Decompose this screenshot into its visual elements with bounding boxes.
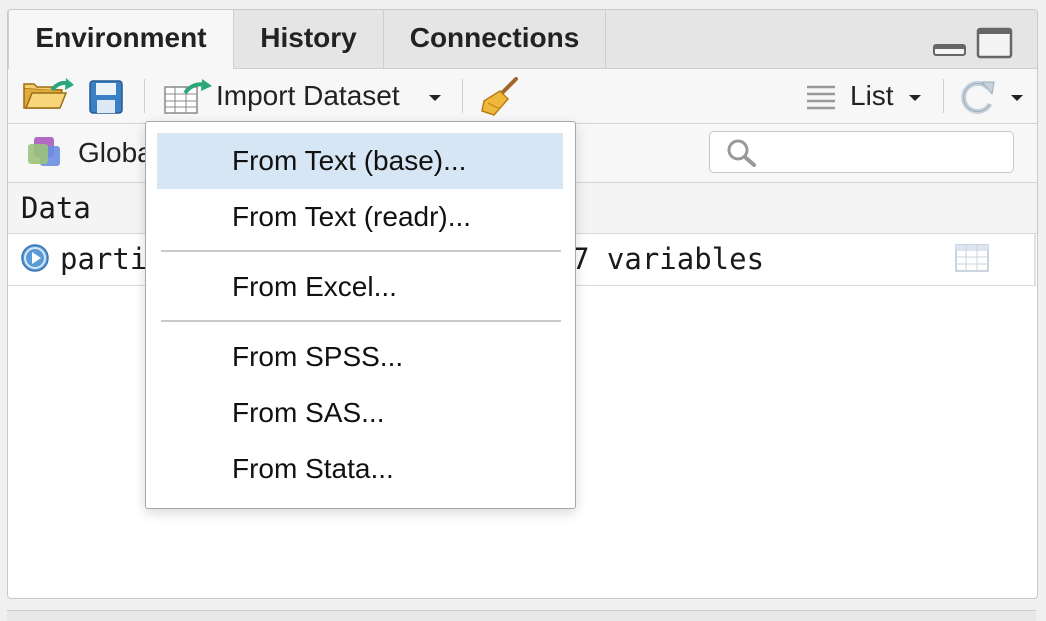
- tab-bar: Environment History Connections: [8, 10, 1037, 69]
- menu-divider: [161, 320, 561, 322]
- menu-divider: [161, 250, 561, 252]
- search-icon: [727, 139, 756, 167]
- refresh-chevron-down-icon[interactable]: [1010, 93, 1024, 103]
- tab-history[interactable]: History: [234, 10, 384, 68]
- search-input[interactable]: [709, 131, 1014, 173]
- menu-item-from-text-base[interactable]: From Text (base)...: [157, 133, 563, 189]
- object-name: parti: [60, 242, 148, 276]
- import-dataset-menu: From Text (base)... From Text (readr)...…: [145, 121, 576, 509]
- section-header-label: Data: [21, 191, 91, 225]
- import-dataset-button[interactable]: Import Dataset: [216, 69, 400, 123]
- menu-item-from-stata[interactable]: From Stata...: [157, 441, 563, 497]
- refresh-icon[interactable]: [958, 78, 998, 116]
- bottom-pane-edge: [7, 610, 1036, 621]
- save-icon[interactable]: [88, 79, 124, 115]
- import-table-icon: [164, 79, 212, 114]
- list-icon: [807, 85, 835, 110]
- search-field[interactable]: [762, 136, 1006, 168]
- menu-item-from-sas[interactable]: From SAS...: [157, 385, 563, 441]
- maximize-icon[interactable]: [976, 26, 1016, 60]
- grid-view-icon[interactable]: [954, 243, 990, 275]
- tab-connections[interactable]: Connections: [384, 10, 606, 68]
- chevron-down-icon[interactable]: [428, 93, 442, 103]
- environment-icon: [28, 137, 60, 166]
- menu-item-from-spss[interactable]: From SPSS...: [157, 329, 563, 385]
- open-folder-icon[interactable]: [22, 78, 74, 114]
- environment-toolbar: Import Dataset List: [8, 69, 1037, 124]
- broom-icon[interactable]: [478, 77, 522, 117]
- menu-item-from-text-readr[interactable]: From Text (readr)...: [157, 189, 563, 245]
- view-mode-dropdown[interactable]: List: [850, 69, 894, 123]
- view-mode-label: List: [850, 80, 894, 111]
- minimize-icon[interactable]: [932, 28, 968, 58]
- expand-icon[interactable]: [20, 243, 52, 275]
- object-summary: 7 variables: [572, 242, 765, 276]
- tab-environment[interactable]: Environment: [8, 10, 234, 69]
- menu-item-from-excel[interactable]: From Excel...: [157, 259, 563, 315]
- view-chevron-down-icon[interactable]: [908, 93, 922, 103]
- import-dataset-label: Import Dataset: [216, 80, 400, 111]
